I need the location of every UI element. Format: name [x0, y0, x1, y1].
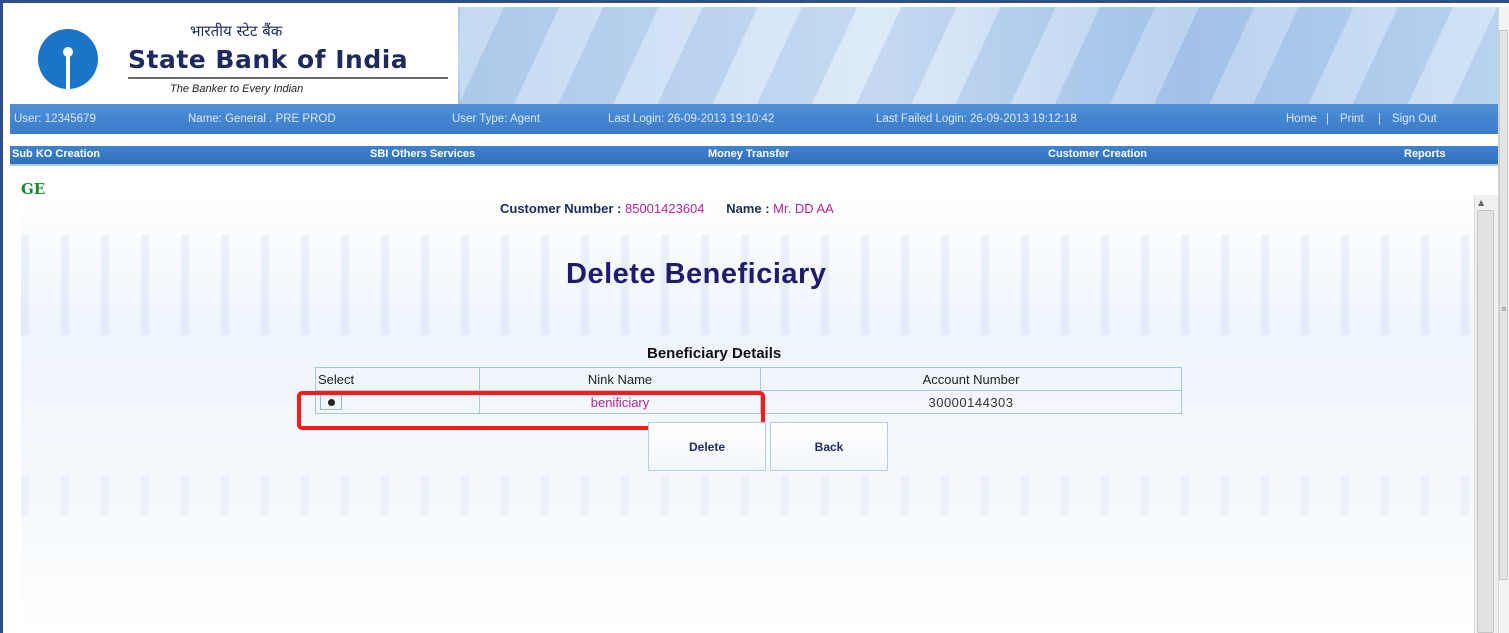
last-login: Last Login: 26-09-2013 19:10:42	[608, 113, 775, 125]
bank-tagline: The Banker to Every Indian	[170, 83, 304, 95]
nav-item-money-transfer[interactable]: Money Transfer	[708, 148, 789, 160]
account-number-cell: 30000144303	[760, 390, 1182, 414]
print-link[interactable]: Print	[1340, 113, 1364, 125]
customer-number-label: Customer Number :	[500, 201, 622, 216]
separator: |	[1326, 113, 1329, 125]
home-link[interactable]: Home	[1286, 113, 1317, 125]
content-scroll-thumb[interactable]	[1477, 210, 1494, 633]
sign-out-link[interactable]: Sign Out	[1392, 113, 1437, 125]
sbi-logo-keyslot	[66, 53, 70, 89]
logo-area: भारतीय स्टेट बैंक State Bank of India Th…	[10, 7, 458, 104]
customer-info: Customer Number : 85001423604 Name : Mr.…	[500, 201, 834, 216]
bank-name: State Bank of India	[128, 45, 409, 74]
nav-item-reports[interactable]: Reports	[1404, 148, 1446, 160]
scroll-grip-icon: ≡	[1501, 305, 1507, 313]
delete-button[interactable]: Delete	[648, 422, 766, 471]
last-failed-login: Last Failed Login: 26-09-2013 19:12:18	[876, 113, 1077, 125]
main-nav: Sub KO Creation SBI Others Services Mone…	[10, 146, 1500, 164]
brand-divider	[128, 77, 448, 79]
column-header-select: Select	[315, 367, 480, 391]
background-pattern	[21, 475, 1473, 515]
page-title: Delete Beneficiary	[566, 258, 827, 290]
user-id: User: 12345679	[14, 113, 96, 125]
nav-divider	[10, 164, 1500, 166]
customer-name-label: Name :	[726, 201, 770, 216]
header-pattern	[460, 7, 1500, 104]
separator: |	[1378, 113, 1381, 125]
customer-number-value: 85001423604	[624, 201, 705, 216]
bank-name-hindi: भारतीय स्टेट बैंक	[190, 22, 283, 40]
section-title: Beneficiary Details	[647, 345, 782, 362]
scroll-up-icon[interactable]: ▲	[1478, 198, 1484, 207]
nav-item-customer-creation[interactable]: Customer Creation	[1048, 148, 1147, 160]
nav-item-sub-ko-creation[interactable]: Sub KO Creation	[12, 148, 100, 160]
column-header-nick-name: Nink Name	[479, 367, 761, 391]
column-header-account-number: Account Number	[760, 367, 1182, 391]
table-header-row: Select Nink Name Account Number	[315, 367, 1182, 391]
user-name: Name: General . PRE PROD	[188, 113, 336, 125]
nav-item-sbi-others-services[interactable]: SBI Others Services	[370, 148, 475, 160]
back-button[interactable]: Back	[770, 422, 888, 471]
user-info-bar: User: 12345679 Name: General . PRE PROD …	[10, 104, 1500, 134]
user-type: User Type: Agent	[452, 113, 541, 125]
customer-name-value: Mr. DD AA	[773, 201, 834, 216]
